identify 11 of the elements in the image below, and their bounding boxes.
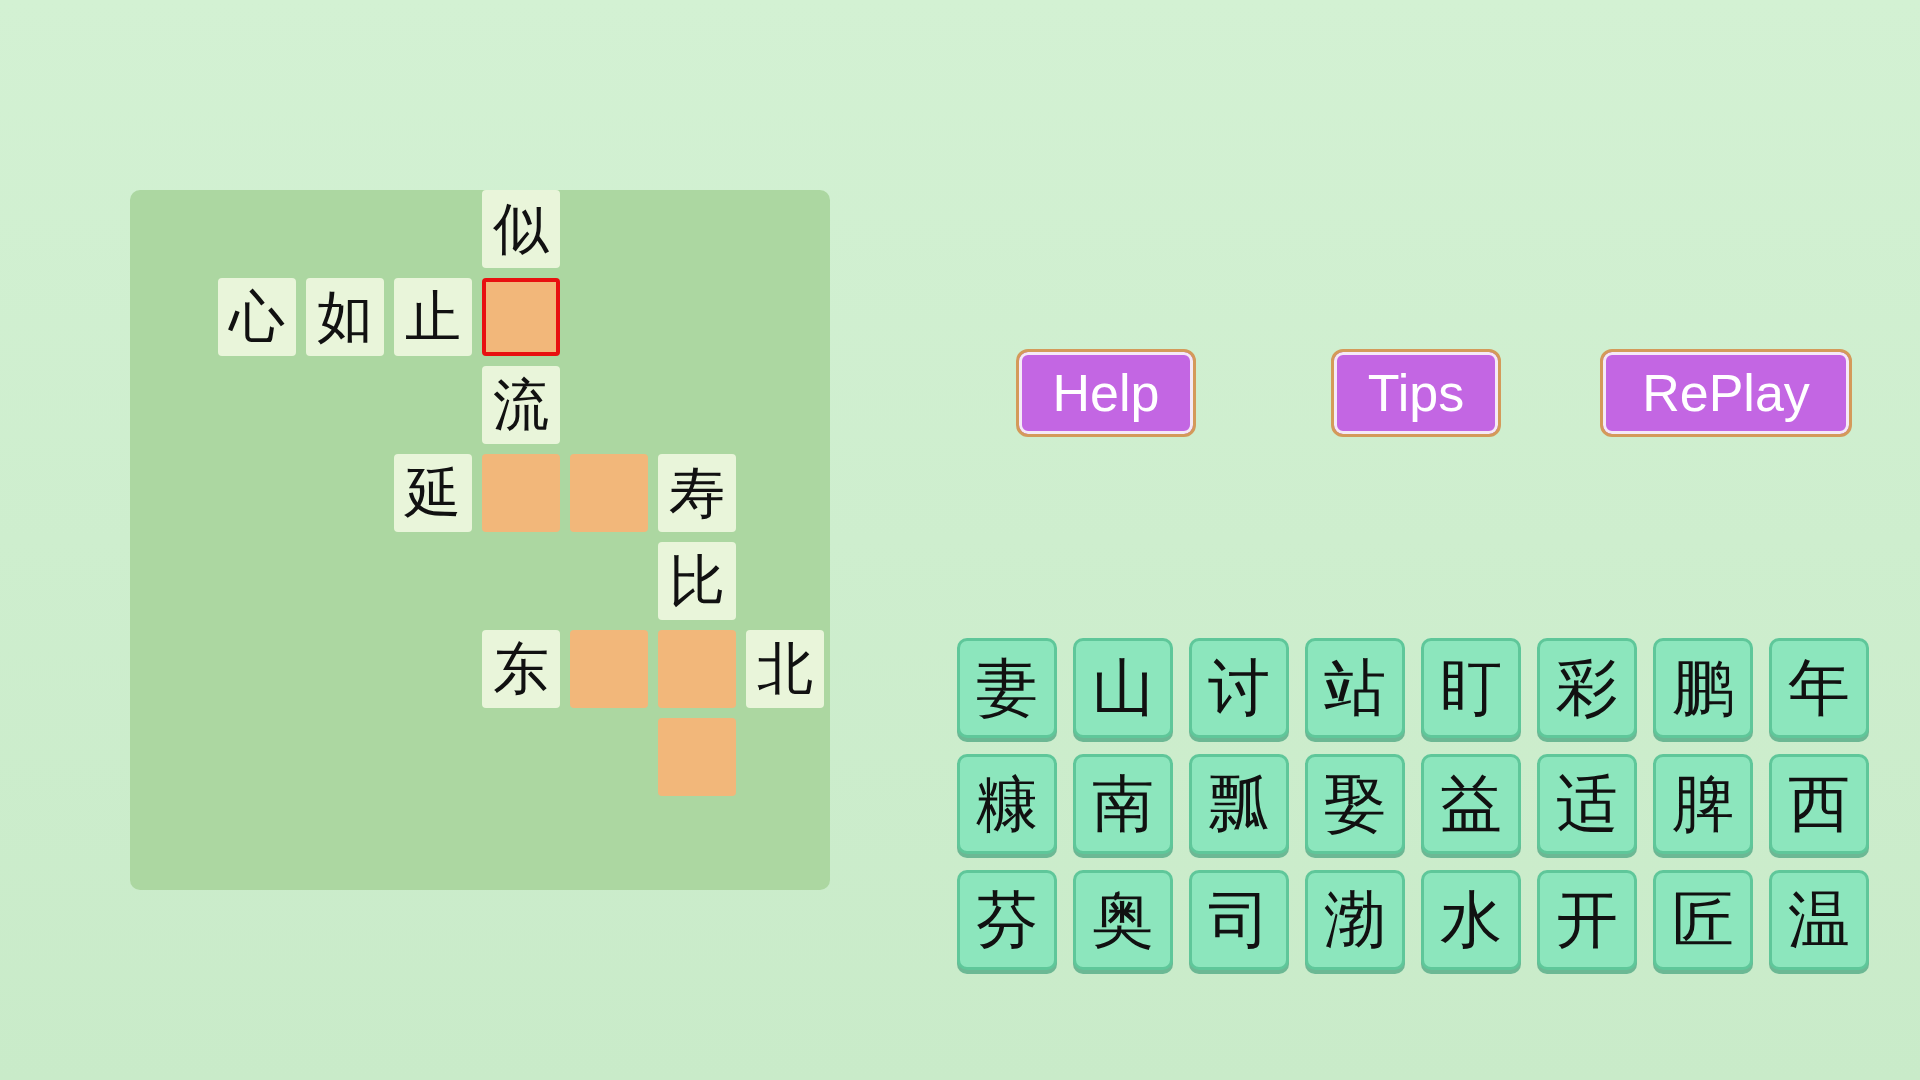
answer-slot[interactable] xyxy=(482,278,560,356)
board-character: 心 xyxy=(218,278,296,356)
board-character: 比 xyxy=(658,542,736,620)
board-character: 似 xyxy=(482,190,560,268)
board-character: 东 xyxy=(482,630,560,708)
board-character: 流 xyxy=(482,366,560,444)
board-character: 如 xyxy=(306,278,384,356)
board-character: 寿 xyxy=(658,454,736,532)
board-character: 止 xyxy=(394,278,472,356)
board-character: 延 xyxy=(394,454,472,532)
board-character: 北 xyxy=(746,630,824,708)
